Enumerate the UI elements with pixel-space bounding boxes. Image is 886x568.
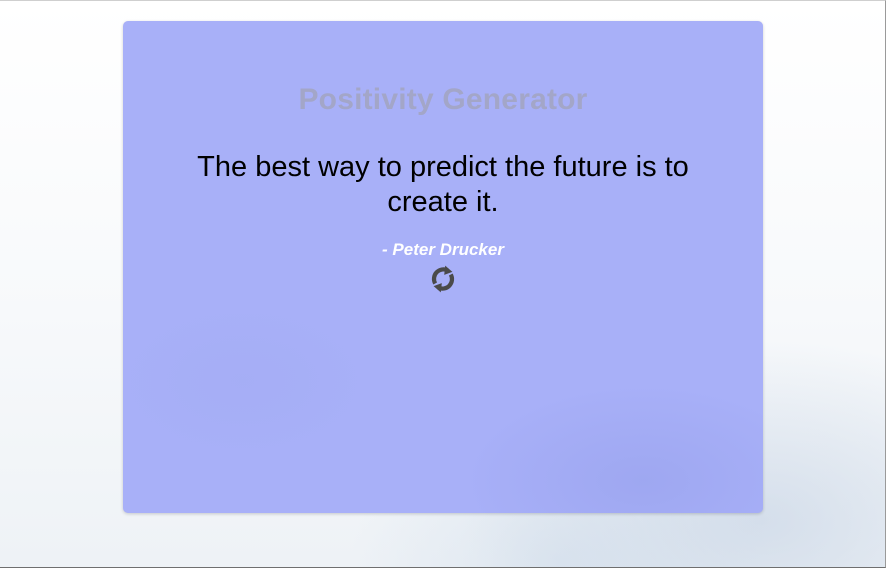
new-quote-button[interactable] — [425, 261, 461, 297]
quote-author: - Peter Drucker — [382, 240, 504, 259]
app-title: Positivity Generator — [298, 83, 588, 116]
sync-icon — [425, 261, 461, 297]
quote-text: The best way to predict the future is to… — [197, 151, 689, 218]
quote-card: Positivity Generator The best way to pre… — [123, 21, 763, 513]
